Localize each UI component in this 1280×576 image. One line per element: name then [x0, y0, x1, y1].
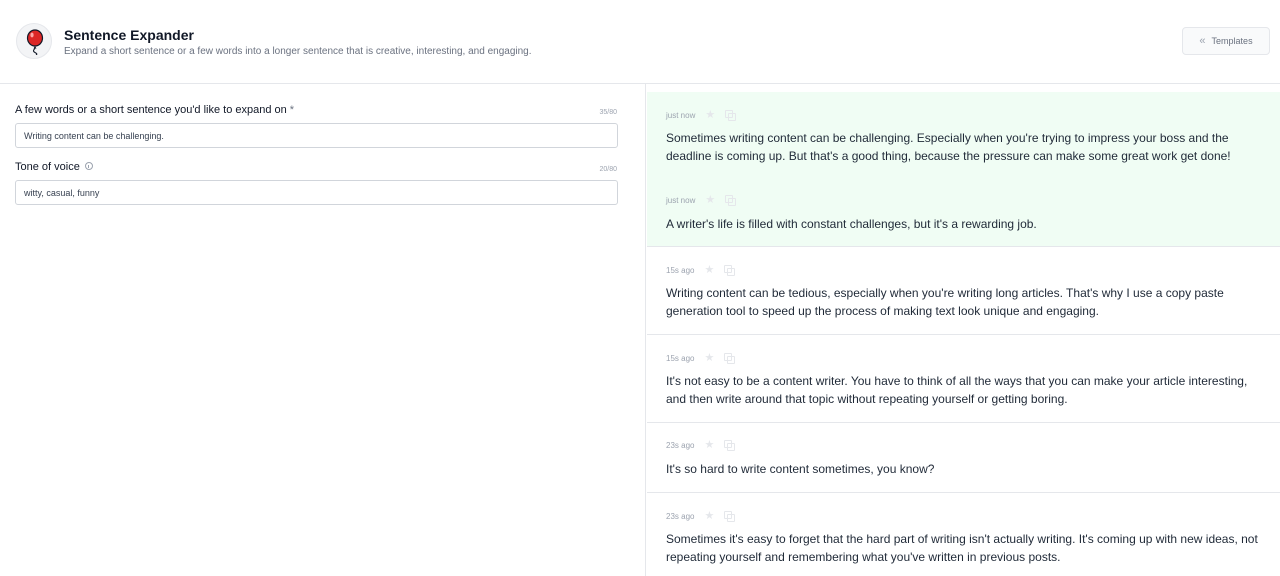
result-item: 23s ago ★ Sometimes it's easy to forget … [647, 493, 1280, 576]
field2-label-text: Tone of voice [15, 161, 80, 173]
app-logo [16, 23, 52, 59]
field2-char-counter: 20/80 [599, 166, 617, 173]
copy-icon[interactable] [724, 511, 736, 522]
result-item: 23s ago ★ It's so hard to write content … [647, 423, 1280, 493]
result-item: just now ★ A writer's life is filled wit… [647, 172, 1280, 247]
result-time: 23s ago [666, 440, 695, 450]
result-text: It's not easy to be a content writer. Yo… [666, 374, 1248, 406]
star-icon[interactable]: ★ [704, 510, 714, 522]
templates-button-label: Templates [1211, 36, 1253, 46]
field2-label: Tone of voice [15, 161, 93, 173]
result-text: Sometimes writing content can be challen… [666, 131, 1231, 163]
result-text: Sometimes it's easy to forget that the h… [666, 532, 1258, 564]
star-icon[interactable]: ★ [705, 109, 715, 121]
result-meta: 15s ago ★ [666, 262, 1268, 278]
page-subtitle: Expand a short sentence or a few words i… [64, 46, 532, 57]
templates-button[interactable]: « Templates [1182, 27, 1270, 55]
result-text: Writing content can be tedious, especial… [666, 286, 1224, 318]
result-meta: just now ★ [666, 192, 1268, 208]
copy-icon[interactable] [724, 265, 736, 276]
app-header: Sentence Expander Expand a short sentenc… [0, 0, 1280, 84]
info-icon[interactable] [84, 162, 93, 171]
result-meta: 23s ago ★ [666, 508, 1268, 524]
field1-label-text: A few words or a short sentence you'd li… [15, 104, 287, 116]
star-icon[interactable]: ★ [704, 264, 714, 276]
field1-label: A few words or a short sentence you'd li… [15, 104, 294, 116]
result-item: 15s ago ★ It's not easy to be a content … [647, 335, 1280, 423]
required-mark: * [289, 104, 295, 116]
result-time: just now [666, 195, 696, 205]
result-text: A writer's life is filled with constant … [666, 217, 1037, 231]
result-time: just now [666, 110, 696, 120]
balloon-icon [26, 29, 44, 55]
results-panel[interactable]: just now ★ Sometimes writing content can… [647, 84, 1280, 576]
star-icon[interactable]: ★ [704, 352, 714, 364]
star-icon[interactable]: ★ [705, 194, 715, 206]
tone-of-voice-input[interactable] [15, 180, 618, 205]
result-item: just now ★ Sometimes writing content can… [647, 92, 1280, 172]
result-time: 15s ago [666, 353, 695, 363]
result-time: 23s ago [666, 511, 695, 521]
result-meta: just now ★ [666, 107, 1268, 123]
result-text: It's so hard to write content sometimes,… [666, 462, 935, 476]
copy-icon[interactable] [724, 440, 736, 451]
result-meta: 15s ago ★ [666, 350, 1268, 366]
results-top-bar [647, 84, 1280, 92]
result-meta: 23s ago ★ [666, 437, 1268, 453]
result-item: 15s ago ★ Writing content can be tedious… [647, 247, 1280, 335]
field1-char-counter: 35/80 [599, 109, 617, 116]
copy-icon[interactable] [725, 195, 737, 206]
input-panel: A few words or a short sentence you'd li… [0, 84, 646, 576]
star-icon[interactable]: ★ [704, 439, 714, 451]
page-title: Sentence Expander [64, 27, 194, 43]
result-time: 15s ago [666, 265, 695, 275]
double-chevron-left-icon: « [1199, 35, 1206, 47]
copy-icon[interactable] [724, 353, 736, 364]
expand-text-input[interactable] [15, 123, 618, 148]
copy-icon[interactable] [725, 110, 737, 121]
